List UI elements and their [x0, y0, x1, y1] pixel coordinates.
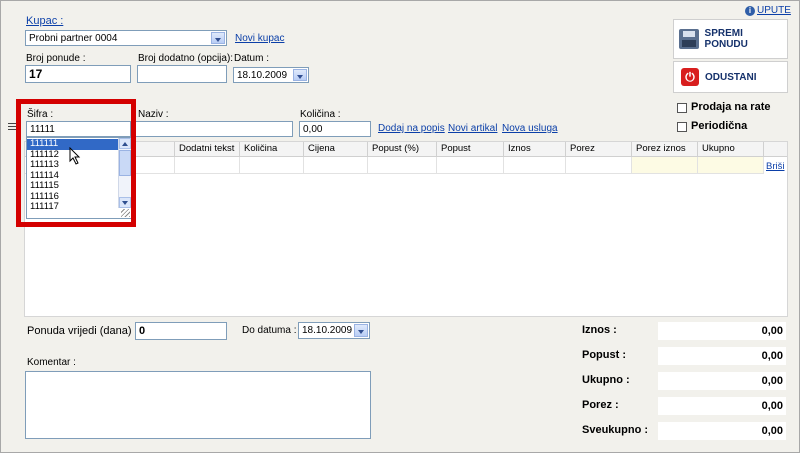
broj-ponude-label: Broj ponude : [26, 53, 86, 64]
spremi-ponudu-label: SPREMI PONUDU [704, 28, 748, 50]
ponuda-vrijedi-input[interactable]: 0 [135, 322, 227, 340]
kolicina-input[interactable]: 0,00 [299, 121, 371, 137]
row-cell [566, 157, 632, 174]
do-datuma-label: Do datuma : [242, 325, 297, 336]
row-cell [368, 157, 437, 174]
kupac-select-value: Probni partner 0004 [29, 33, 118, 44]
naziv-label: Naziv : [138, 109, 169, 120]
brisi-link[interactable]: Briši [766, 161, 784, 172]
chevron-down-icon[interactable] [211, 32, 225, 44]
broj-ponude-input[interactable]: 17 [25, 65, 131, 83]
row-cell [437, 157, 504, 174]
odustani-label: ODUSTANI [705, 71, 757, 83]
datum-value: 18.10.2009 [237, 70, 288, 81]
col-porez[interactable]: Porez [566, 142, 632, 156]
datum-picker[interactable]: 18.10.2009 [233, 67, 309, 83]
total-label: Porez : [582, 399, 619, 411]
total-value: 0,00 [658, 397, 786, 415]
chevron-down-icon[interactable] [293, 69, 307, 81]
novi-kupac-link[interactable]: Novi kupac [235, 33, 284, 44]
naziv-input[interactable] [135, 121, 293, 137]
broj-dodatno-label: Broj dodatno (opcija): [138, 53, 234, 64]
broj-dodatno-input[interactable] [137, 65, 227, 83]
odustani-button[interactable]: ⏻ ODUSTANI [673, 61, 788, 93]
col-popust[interactable]: Popust [437, 142, 504, 156]
dodaj-na-popis-link[interactable]: Dodaj na popis [378, 123, 445, 134]
nova-usluga-link[interactable]: Nova usluga [502, 123, 558, 134]
row-cell [632, 157, 698, 174]
komentar-label: Komentar : [27, 357, 76, 368]
prodaja-na-rate-label: Prodaja na rate [691, 101, 771, 113]
row-cell [504, 157, 566, 174]
offer-form-window: Kupac : Probni partner 0004 Novi kupac i… [0, 0, 800, 453]
col-popust-posto[interactable]: Popust (%) [368, 142, 437, 156]
highlight-frame [16, 99, 136, 227]
col-ukupno[interactable]: Ukupno [698, 142, 764, 156]
total-label: Popust : [582, 349, 626, 361]
kupac-select[interactable]: Probni partner 0004 [25, 30, 227, 46]
list-lines-icon[interactable] [8, 122, 16, 132]
col-dodatni-tekst[interactable]: Dodatni tekst [175, 142, 240, 156]
do-datuma-value: 18.10.2009 [302, 325, 353, 336]
datum-label: Datum : [234, 53, 270, 64]
prodaja-na-rate-checkbox[interactable] [677, 103, 687, 113]
chevron-down-icon[interactable] [354, 324, 368, 337]
total-value: 0,00 [658, 422, 786, 440]
info-icon: i [745, 5, 755, 16]
row-cell [175, 157, 240, 174]
total-label: Sveukupno : [582, 424, 649, 436]
upute-link-wrap[interactable]: i UPUTE [745, 5, 791, 16]
col-cijena[interactable]: Cijena [304, 142, 368, 156]
total-label: Iznos : [582, 324, 617, 336]
total-value: 0,00 [658, 347, 786, 365]
col-iznos[interactable]: Iznos [504, 142, 566, 156]
items-table: Dodatni tekst Količina Cijena Popust (%)… [24, 141, 788, 317]
upute-link[interactable]: UPUTE [757, 5, 791, 16]
do-datuma-picker[interactable]: 18.10.2009 [298, 322, 370, 339]
power-icon: ⏻ [681, 68, 699, 86]
floppy-disk-icon [679, 29, 699, 49]
col-kolicina[interactable]: Količina [240, 142, 304, 156]
total-value: 0,00 [658, 322, 786, 340]
ponuda-vrijedi-label: Ponuda vrijedi (dana) : [27, 325, 138, 337]
row-cell [240, 157, 304, 174]
kupac-label-link[interactable]: Kupac : [26, 15, 63, 27]
col-porez-iznos[interactable]: Porez iznos [632, 142, 698, 156]
kolicina-label: Količina : [300, 109, 341, 120]
total-label: Ukupno : [582, 374, 630, 386]
komentar-textarea[interactable] [25, 371, 371, 439]
spremi-ponudu-button[interactable]: SPREMI PONUDU [673, 19, 788, 59]
periodicna-checkbox[interactable] [677, 122, 687, 132]
total-value: 0,00 [658, 372, 786, 390]
periodicna-label: Periodična [691, 120, 748, 132]
table-header: Dodatni tekst Količina Cijena Popust (%)… [25, 142, 787, 157]
row-cell [304, 157, 368, 174]
novi-artikal-link[interactable]: Novi artikal [448, 123, 497, 134]
row-cell [698, 157, 764, 174]
